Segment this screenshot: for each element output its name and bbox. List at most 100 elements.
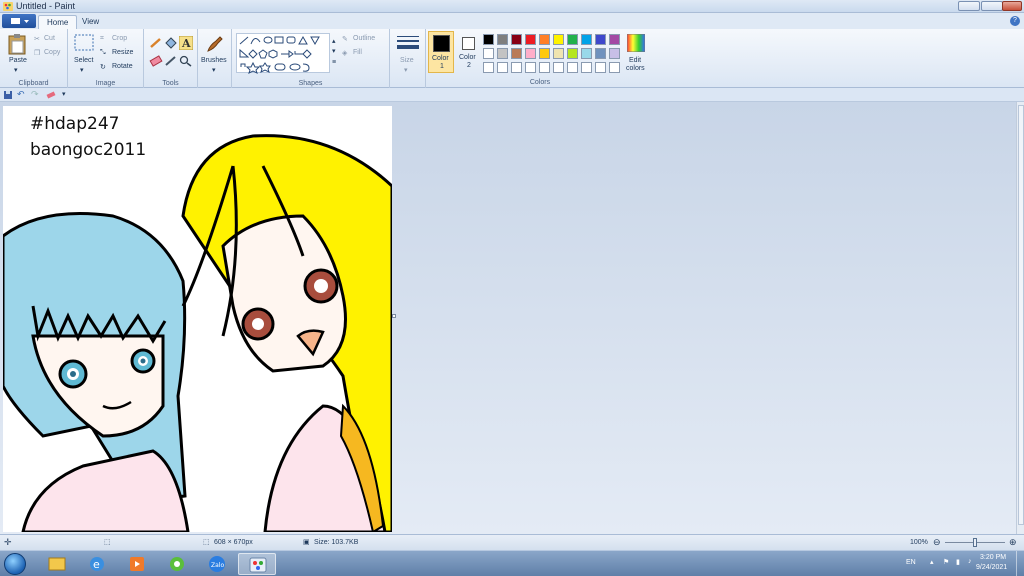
palette-swatch[interactable]: [581, 34, 592, 45]
drawing-canvas[interactable]: #hdap247 baongoc2011: [3, 106, 392, 532]
svg-text:Zalo: Zalo: [211, 562, 224, 569]
color-picker-icon[interactable]: [164, 55, 178, 67]
taskbar-coccoc[interactable]: [158, 553, 196, 575]
cut-button[interactable]: Cut: [44, 35, 55, 42]
zoom-in-icon[interactable]: ⊕: [1009, 537, 1017, 548]
chevron-down-icon[interactable]: ▾: [80, 66, 84, 74]
taskbar-ie[interactable]: e: [78, 553, 116, 575]
paste-icon[interactable]: [8, 33, 26, 55]
more-shapes-icon[interactable]: ≡: [332, 59, 336, 66]
undo-icon[interactable]: ↶: [17, 89, 25, 100]
palette-swatch[interactable]: [539, 34, 550, 45]
palette-swatch[interactable]: [567, 62, 578, 73]
fill-button[interactable]: Fill: [353, 49, 362, 56]
size-button[interactable]: Size: [400, 57, 414, 64]
customize-toolbar-icon[interactable]: ▾: [62, 90, 66, 98]
zoom-out-icon[interactable]: ⊖: [933, 537, 941, 548]
palette-swatch[interactable]: [539, 48, 550, 59]
color2-button[interactable]: Color 2: [456, 31, 482, 73]
redo-icon[interactable]: ↷: [31, 89, 39, 100]
show-desktop-button[interactable]: [1016, 551, 1024, 576]
taskbar-paint[interactable]: [238, 553, 276, 575]
close-button[interactable]: [1002, 1, 1022, 11]
palette-swatch[interactable]: [497, 34, 508, 45]
tab-view[interactable]: View: [74, 15, 107, 29]
canvas-resize-handle-right[interactable]: [392, 314, 396, 318]
palette-swatch[interactable]: [609, 34, 620, 45]
taskbar-explorer[interactable]: [38, 553, 76, 575]
clock-date[interactable]: 9/24/2021: [976, 564, 1007, 571]
flag-icon[interactable]: ⚑: [943, 558, 949, 566]
palette-swatch[interactable]: [497, 62, 508, 73]
taskbar-media-player[interactable]: [118, 553, 156, 575]
magnifier-icon[interactable]: [179, 55, 193, 67]
palette-swatch[interactable]: [567, 34, 578, 45]
palette-swatch[interactable]: [595, 34, 606, 45]
select-icon[interactable]: [74, 34, 94, 52]
brushes-button[interactable]: Brushes: [201, 57, 227, 64]
palette-swatch[interactable]: [525, 48, 536, 59]
palette-swatch[interactable]: [595, 48, 606, 59]
palette-swatch[interactable]: [511, 62, 522, 73]
palette-swatch[interactable]: [539, 62, 550, 73]
palette-swatch[interactable]: [483, 62, 494, 73]
eraser-icon[interactable]: [149, 55, 163, 67]
network-icon[interactable]: ▮: [956, 558, 960, 566]
palette-swatch[interactable]: [609, 48, 620, 59]
pencil-icon[interactable]: [149, 37, 163, 49]
chevron-down-icon[interactable]: ▾: [14, 66, 18, 74]
line-size-icon[interactable]: [397, 35, 419, 51]
save-icon[interactable]: [4, 91, 12, 99]
crop-button[interactable]: Crop: [112, 35, 127, 42]
help-icon[interactable]: ?: [1010, 16, 1020, 26]
scroll-down-icon[interactable]: ▾: [332, 47, 336, 55]
scroll-up-icon[interactable]: ▴: [332, 37, 336, 45]
clock-time[interactable]: 3:20 PM: [980, 554, 1006, 561]
copy-button[interactable]: Copy: [44, 49, 60, 56]
tab-home[interactable]: Home: [38, 15, 78, 29]
rotate-button[interactable]: Rotate: [112, 63, 133, 70]
zoom-slider-thumb[interactable]: [973, 538, 977, 547]
text-icon[interactable]: A: [179, 36, 193, 50]
palette-swatch[interactable]: [511, 48, 522, 59]
paste-button[interactable]: Paste: [9, 57, 27, 64]
palette-swatch[interactable]: [567, 48, 578, 59]
chevron-down-icon[interactable]: ▾: [212, 66, 216, 74]
palette-swatch[interactable]: [497, 48, 508, 59]
image-group-label: Image: [95, 80, 116, 87]
volume-icon[interactable]: ♪: [968, 558, 972, 565]
palette-swatch[interactable]: [595, 62, 606, 73]
eraser-quick-icon[interactable]: [46, 91, 56, 99]
chevron-down-icon[interactable]: ▾: [404, 66, 408, 74]
palette-swatch[interactable]: [553, 48, 564, 59]
color1-button[interactable]: Color 1: [428, 31, 454, 73]
palette-swatch[interactable]: [525, 62, 536, 73]
fill-bucket-icon[interactable]: [164, 37, 178, 49]
palette-swatch[interactable]: [609, 62, 620, 73]
palette-swatch[interactable]: [483, 48, 494, 59]
maximize-button[interactable]: [981, 1, 1003, 11]
palette-swatch[interactable]: [511, 34, 522, 45]
palette-swatch[interactable]: [483, 34, 494, 45]
start-button[interactable]: [4, 553, 26, 575]
palette-swatch[interactable]: [581, 62, 592, 73]
edit-colors-button[interactable]: Edit: [629, 57, 641, 64]
palette-swatch[interactable]: [553, 34, 564, 45]
language-indicator[interactable]: EN: [906, 559, 916, 566]
palette-swatch[interactable]: [525, 34, 536, 45]
resize-button[interactable]: Resize: [112, 49, 133, 56]
palette-swatch[interactable]: [553, 62, 564, 73]
outline-button[interactable]: Outline: [353, 35, 375, 42]
edit-colors-icon[interactable]: [627, 34, 645, 52]
paint-menu-button[interactable]: [2, 14, 36, 28]
select-button[interactable]: Select: [74, 57, 93, 64]
brush-icon[interactable]: [204, 33, 226, 55]
taskbar-zalo[interactable]: Zalo: [198, 553, 236, 575]
tray-chevron-icon[interactable]: ▴: [930, 558, 934, 566]
scrollbar-thumb[interactable]: [1018, 105, 1024, 525]
vertical-scrollbar[interactable]: [1016, 102, 1024, 534]
shapes-gallery[interactable]: [236, 33, 330, 74]
rotate-icon: ↻: [100, 64, 106, 71]
minimize-button[interactable]: [958, 1, 980, 11]
palette-swatch[interactable]: [581, 48, 592, 59]
